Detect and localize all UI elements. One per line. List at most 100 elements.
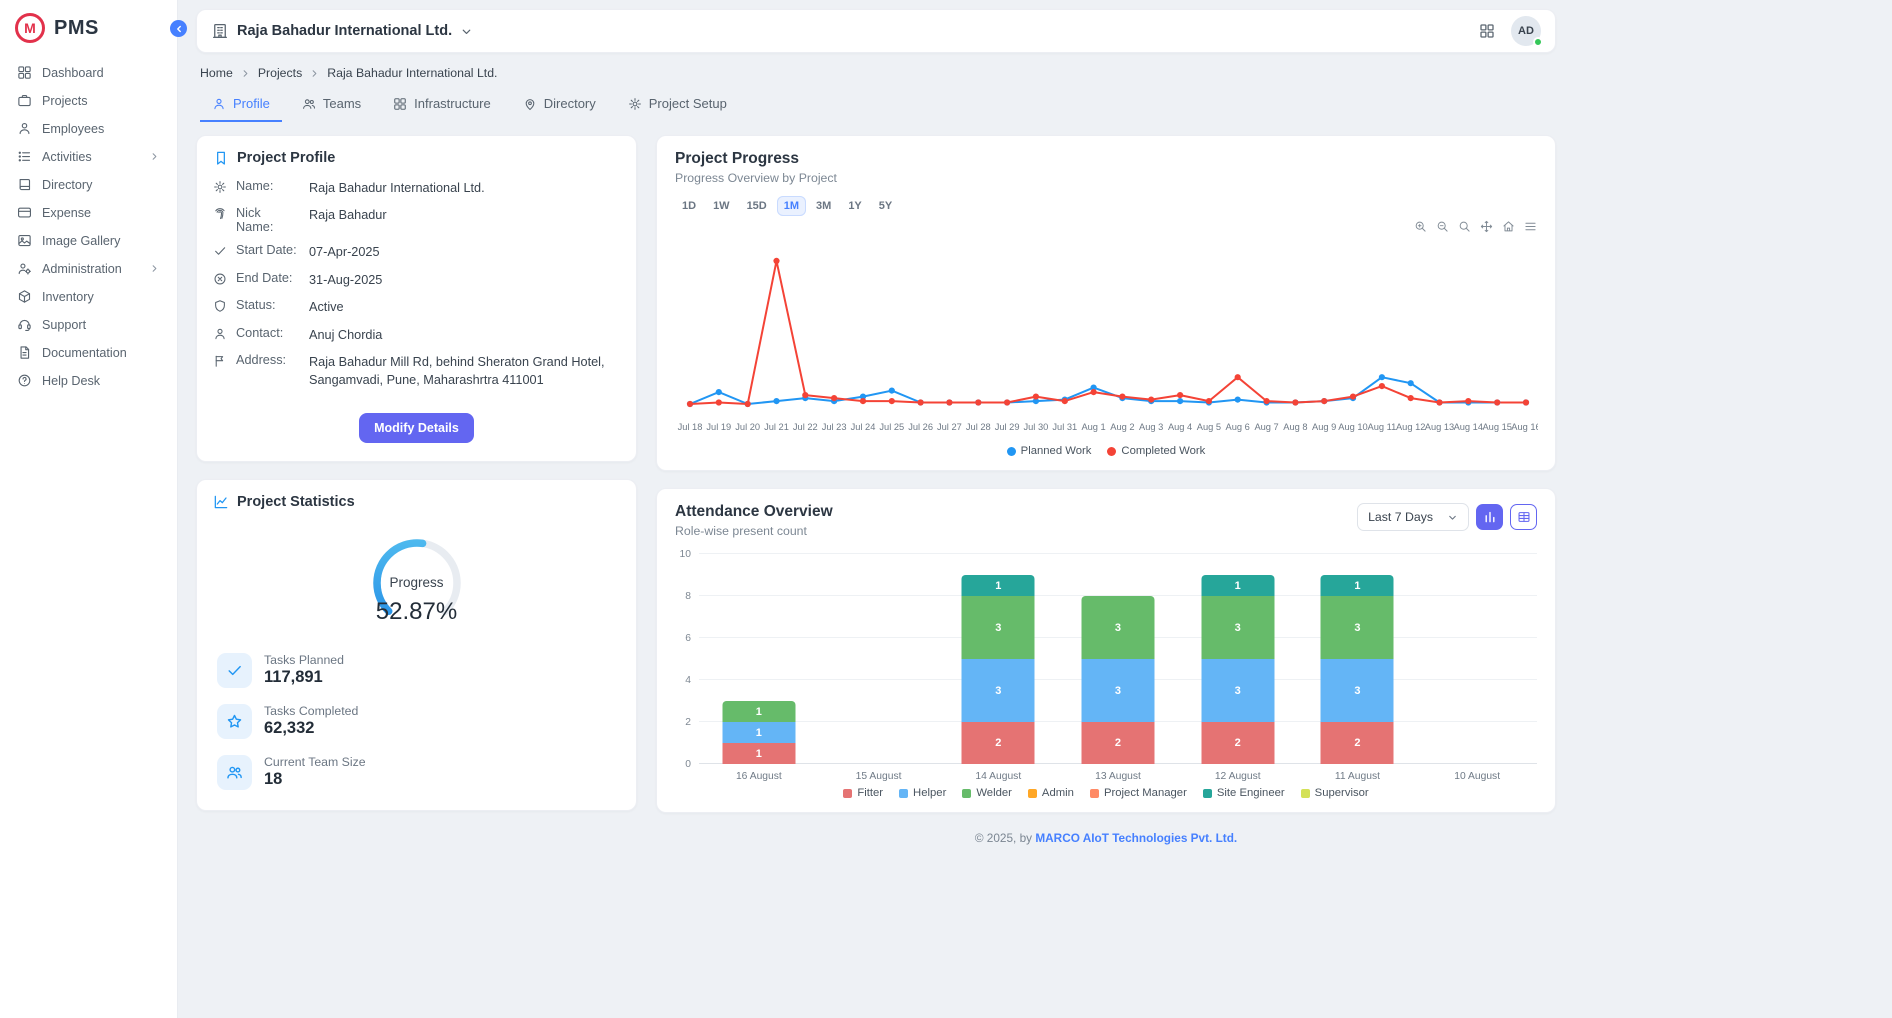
footer-link[interactable]: MARCO AIoT Technologies Pvt. Ltd. — [1035, 831, 1237, 845]
attendance-card-subtitle: Role-wise present count — [675, 524, 833, 538]
tab-project-setup[interactable]: Project Setup — [616, 88, 739, 122]
bar-13-august: 233 — [1058, 554, 1178, 764]
attendance-card-header: Attendance Overview Role-wise present co… — [657, 489, 1555, 538]
content-grid: Project Profile Name: Raja Bahadur Inter… — [196, 135, 1556, 853]
sidebar-item-image-gallery[interactable]: Image Gallery — [8, 228, 169, 253]
tab-profile[interactable]: Profile — [200, 88, 282, 122]
company-selector[interactable]: Raja Bahadur International Ltd. — [211, 22, 473, 40]
bar-segment-value: 1 — [756, 748, 762, 760]
bar-segment-value: 3 — [1235, 622, 1241, 634]
sidebar-item-employees[interactable]: Employees — [8, 116, 169, 141]
range-5y-button[interactable]: 5Y — [872, 196, 899, 216]
header-actions: AD — [1478, 16, 1541, 46]
legend-item-admin[interactable]: Admin — [1028, 787, 1074, 799]
sidebar-item-label: Administration — [42, 262, 139, 276]
legend-item-project-manager[interactable]: Project Manager — [1090, 787, 1187, 799]
svg-text:Aug 7: Aug 7 — [1254, 422, 1278, 432]
bar-segment-welder: 3 — [1321, 596, 1394, 659]
menu-icon[interactable] — [1524, 220, 1537, 234]
zoom-in-icon[interactable] — [1414, 220, 1427, 234]
svg-text:Jul 31: Jul 31 — [1052, 422, 1077, 432]
support-icon — [17, 317, 32, 332]
bar-12-august: 2331 — [1178, 554, 1298, 764]
legend-item-helper[interactable]: Helper — [899, 787, 946, 799]
sidebar-collapse-button[interactable] — [170, 20, 187, 37]
profile-field-nick-name: Nick Name: Raja Bahadur — [213, 206, 620, 234]
attendance-legend: Fitter Helper Welder Admin Project Manager Si… — [657, 782, 1555, 812]
sidebar-item-activities[interactable]: Activities — [8, 144, 169, 169]
bar-segment-welder: 3 — [962, 596, 1035, 659]
user-avatar[interactable]: AD — [1511, 16, 1541, 46]
profile-field-end-date: End Date: 31-Aug-2025 — [213, 271, 620, 289]
x-tick-label: 11 August — [1298, 771, 1418, 782]
range-1w-button[interactable]: 1W — [706, 196, 737, 216]
tab-directory[interactable]: Directory — [511, 88, 608, 122]
sidebar-item-projects[interactable]: Projects — [8, 88, 169, 113]
field-value: Raja Bahadur — [309, 206, 620, 224]
modify-details-button[interactable]: Modify Details — [359, 413, 474, 443]
legend-item-planned-work[interactable]: Planned Work — [1007, 445, 1092, 457]
svg-text:Aug 4: Aug 4 — [1168, 422, 1192, 432]
teams-icon — [302, 97, 316, 111]
legend-item-completed-work[interactable]: Completed Work — [1107, 445, 1205, 457]
date-range-select[interactable]: Last 7 Days — [1357, 503, 1469, 531]
range-15d-button[interactable]: 15D — [740, 196, 774, 216]
breadcrumb-item-home[interactable]: Home — [200, 66, 233, 80]
project-progress-card: Project Progress Progress Overview by Pr… — [656, 135, 1556, 471]
sidebar-item-dashboard[interactable]: Dashboard — [8, 60, 169, 85]
sidebar-item-label: Image Gallery — [42, 234, 160, 248]
legend-item-fitter[interactable]: Fitter — [843, 787, 883, 799]
pan-icon[interactable] — [1480, 220, 1493, 234]
field-label: Start Date: — [236, 243, 300, 257]
sidebar-item-documentation[interactable]: Documentation — [8, 340, 169, 365]
sidebar-item-label: Help Desk — [42, 374, 160, 388]
table-view-button[interactable] — [1510, 504, 1537, 530]
range-1y-button[interactable]: 1Y — [841, 196, 868, 216]
zoom-out-icon[interactable] — [1436, 220, 1449, 234]
tab-label: Profile — [233, 96, 270, 111]
legend-item-site-engineer[interactable]: Site Engineer — [1203, 787, 1285, 799]
main-content: Raja Bahadur International Ltd. AD Home P… — [178, 0, 1892, 853]
svg-text:Jul 28: Jul 28 — [966, 422, 991, 432]
chevron-right-icon — [149, 263, 160, 274]
profile-card-header: Project Profile — [197, 136, 636, 177]
chart-view-button[interactable] — [1476, 504, 1503, 530]
x-tick-label: 15 August — [819, 771, 939, 782]
sidebar-item-help-desk[interactable]: Help Desk — [8, 368, 169, 393]
sidebar-item-expense[interactable]: Expense — [8, 200, 169, 225]
y-tick-label: 8 — [685, 591, 691, 602]
svg-text:Aug 13: Aug 13 — [1425, 422, 1454, 432]
legend-item-supervisor[interactable]: Supervisor — [1301, 787, 1369, 799]
bar-14-august: 2331 — [938, 554, 1058, 764]
stat-tasks-completed: Tasks Completed 62,332 — [217, 704, 616, 739]
legend-item-welder[interactable]: Welder — [962, 787, 1012, 799]
grid-icon — [393, 97, 407, 111]
svg-text:Jul 25: Jul 25 — [879, 422, 904, 432]
chart-toolbar — [657, 216, 1555, 234]
gear-icon — [213, 180, 227, 194]
svg-text:Aug 5: Aug 5 — [1197, 422, 1221, 432]
tab-infrastructure[interactable]: Infrastructure — [381, 88, 503, 122]
stats-list: Tasks Planned 117,891 Tasks Completed 62… — [197, 643, 636, 810]
sidebar-item-directory[interactable]: Directory — [8, 172, 169, 197]
range-1d-button[interactable]: 1D — [675, 196, 703, 216]
tab-teams[interactable]: Teams — [290, 88, 373, 122]
sidebar-item-inventory[interactable]: Inventory — [8, 284, 169, 309]
svg-text:Aug 14: Aug 14 — [1454, 422, 1483, 432]
apps-grid-icon[interactable] — [1478, 22, 1496, 40]
range-1m-button[interactable]: 1M — [777, 196, 806, 216]
breadcrumb-item-projects[interactable]: Projects — [258, 66, 302, 80]
gauge-value: 52.87% — [367, 598, 467, 626]
home-icon[interactable] — [1502, 220, 1515, 234]
building-icon — [211, 22, 229, 40]
search-icon[interactable] — [1458, 220, 1471, 234]
bookmark-icon — [213, 150, 229, 166]
sidebar-item-label: Employees — [42, 122, 160, 136]
sidebar-item-administration[interactable]: Administration — [8, 256, 169, 281]
stat-value: 18 — [264, 770, 366, 789]
sidebar-item-label: Dashboard — [42, 66, 160, 80]
svg-text:Jul 26: Jul 26 — [908, 422, 933, 432]
sidebar-item-support[interactable]: Support — [8, 312, 169, 337]
range-3m-button[interactable]: 3M — [809, 196, 838, 216]
chevron-right-icon — [240, 68, 251, 79]
